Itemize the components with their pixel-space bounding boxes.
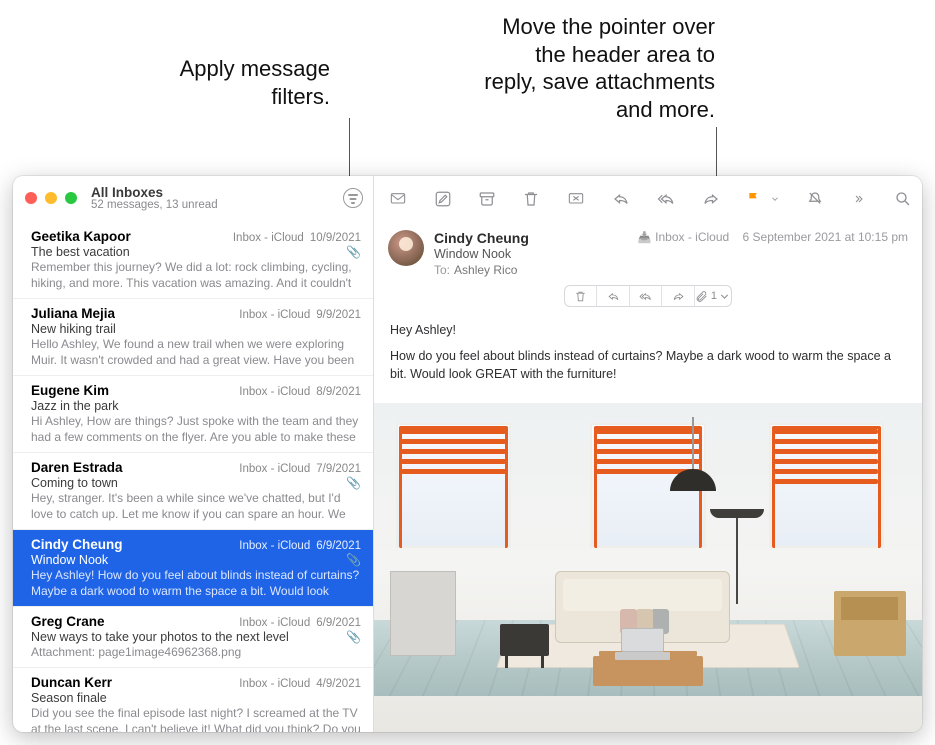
- hover-trash-icon[interactable]: [565, 286, 597, 306]
- preview: Remember this journey? We did a lot: roc…: [31, 259, 361, 291]
- sender: Duncan Kerr: [31, 675, 112, 690]
- header-hover-toolbar: 1: [564, 285, 732, 307]
- header-datetime: 6 September 2021 at 10:15 pm: [743, 230, 908, 244]
- paperclip-icon: 📎: [346, 245, 361, 259]
- list-header: All Inboxes 52 messages, 13 unread: [13, 176, 373, 222]
- mail-window: All Inboxes 52 messages, 13 unread Geeti…: [13, 176, 922, 732]
- header-right: Inbox - iCloud 6 September 2021 at 10:15…: [637, 230, 908, 244]
- paperclip-icon: 📎: [346, 553, 361, 567]
- subject: Coming to town📎: [31, 476, 361, 490]
- message-row[interactable]: Juliana Mejia Inbox - iCloud9/9/2021New h…: [13, 299, 373, 376]
- sender: Juliana Mejia: [31, 306, 115, 321]
- message-meta: Inbox - iCloud6/9/2021: [239, 617, 361, 629]
- inbox-title: All Inboxes: [91, 185, 343, 200]
- subject: The best vacation📎: [31, 245, 361, 259]
- hover-attachments-button[interactable]: 1: [695, 286, 731, 306]
- callout-filter-line: [349, 118, 350, 184]
- search-icon[interactable]: [894, 189, 912, 209]
- sender: Daren Estrada: [31, 460, 123, 475]
- message-meta: Inbox - iCloud10/9/2021: [233, 232, 361, 244]
- flag-icon[interactable]: [746, 189, 762, 209]
- attachment-image[interactable]: [374, 403, 922, 732]
- preview: Attachment: page1image46962368.png: [31, 644, 361, 660]
- attach-count: 1: [711, 290, 717, 302]
- message-header[interactable]: Cindy Cheung Window Nook To:Ashley Rico …: [374, 222, 922, 315]
- window-close-button[interactable]: [25, 192, 37, 204]
- from-name: Cindy Cheung: [434, 230, 529, 246]
- subject: Season finale: [31, 691, 361, 705]
- message-row[interactable]: Duncan Kerr Inbox - iCloud4/9/2021Season …: [13, 668, 373, 732]
- message-toolbar: [374, 176, 922, 222]
- paperclip-icon: 📎: [346, 630, 361, 644]
- reply-all-icon[interactable]: [656, 189, 676, 209]
- header-subject: Window Nook: [434, 247, 529, 261]
- to-name: Ashley Rico: [454, 263, 517, 277]
- message-row[interactable]: Geetika Kapoor Inbox - iCloud10/9/2021The…: [13, 222, 373, 299]
- preview: Hey, stranger. It's been a while since w…: [31, 490, 361, 522]
- message-meta: Inbox - iCloud7/9/2021: [239, 463, 361, 475]
- preview: Did you see the final episode last night…: [31, 705, 361, 732]
- reply-icon[interactable]: [612, 189, 630, 209]
- compose-icon[interactable]: [434, 189, 452, 209]
- mail-icon[interactable]: [388, 189, 408, 209]
- body-line: How do you feel about blinds instead of …: [390, 347, 906, 383]
- hover-reply-all-icon[interactable]: [630, 286, 662, 306]
- sender: Cindy Cheung: [31, 537, 123, 552]
- message-meta: Inbox - iCloud4/9/2021: [239, 678, 361, 690]
- avatar: [388, 230, 424, 266]
- header-to: To: Ashley Rico: [434, 263, 529, 277]
- window-zoom-button[interactable]: [65, 192, 77, 204]
- subject: New hiking trail: [31, 322, 361, 336]
- preview: Hi Ashley, How are things? Just spoke wi…: [31, 413, 361, 445]
- message-meta: Inbox - iCloud9/9/2021: [239, 309, 361, 321]
- subject: Jazz in the park: [31, 399, 361, 413]
- archive-icon[interactable]: [478, 189, 496, 209]
- filter-button[interactable]: [343, 188, 363, 208]
- message-meta: Inbox - iCloud6/9/2021: [239, 540, 361, 552]
- hover-reply-icon[interactable]: [597, 286, 629, 306]
- header-meta: Cindy Cheung Window Nook To: Ashley Rico: [434, 230, 529, 277]
- inbox-subtitle: 52 messages, 13 unread: [91, 199, 343, 211]
- message-list[interactable]: Geetika Kapoor Inbox - iCloud10/9/2021The…: [13, 222, 373, 732]
- mute-icon[interactable]: [806, 189, 824, 209]
- more-icon[interactable]: [850, 189, 868, 209]
- junk-icon[interactable]: [566, 189, 586, 209]
- preview: Hey Ashley! How do you feel about blinds…: [31, 567, 361, 599]
- body-line: Hey Ashley!: [390, 321, 906, 339]
- message-row[interactable]: Daren Estrada Inbox - iCloud7/9/2021Comin…: [13, 453, 373, 530]
- message-row[interactable]: Cindy Cheung Inbox - iCloud6/9/2021Window…: [13, 530, 373, 607]
- subject: New ways to take your photos to the next…: [31, 630, 361, 644]
- sender: Eugene Kim: [31, 383, 109, 398]
- reading-pane: Cindy Cheung Window Nook To:Ashley Rico …: [374, 176, 922, 732]
- sender: Geetika Kapoor: [31, 229, 131, 244]
- trash-icon[interactable]: [522, 189, 540, 209]
- callout-header-hover: Move the pointer over the header area to…: [395, 13, 715, 123]
- header-mailbox: Inbox - iCloud: [637, 230, 729, 244]
- list-header-text: All Inboxes 52 messages, 13 unread: [91, 185, 343, 211]
- window-controls: [25, 192, 77, 204]
- message-row[interactable]: Greg Crane Inbox - iCloud6/9/2021New ways…: [13, 607, 373, 668]
- forward-icon[interactable]: [702, 189, 720, 209]
- window-minimize-button[interactable]: [45, 192, 57, 204]
- subject: Window Nook📎: [31, 553, 361, 567]
- message-row[interactable]: Eugene Kim Inbox - iCloud8/9/2021Jazz in …: [13, 376, 373, 453]
- message-body: Hey Ashley! How do you feel about blinds…: [374, 315, 922, 403]
- preview: Hello Ashley, We found a new trail when …: [31, 336, 361, 368]
- sender: Greg Crane: [31, 614, 105, 629]
- message-list-panel: All Inboxes 52 messages, 13 unread Geeti…: [13, 176, 374, 732]
- hover-forward-icon[interactable]: [662, 286, 694, 306]
- paperclip-icon: 📎: [346, 476, 361, 490]
- flag-menu-chevron-icon[interactable]: [770, 189, 780, 209]
- callout-filter: Apply message filters.: [60, 55, 330, 110]
- to-label: To:: [434, 263, 450, 277]
- message-meta: Inbox - iCloud8/9/2021: [239, 386, 361, 398]
